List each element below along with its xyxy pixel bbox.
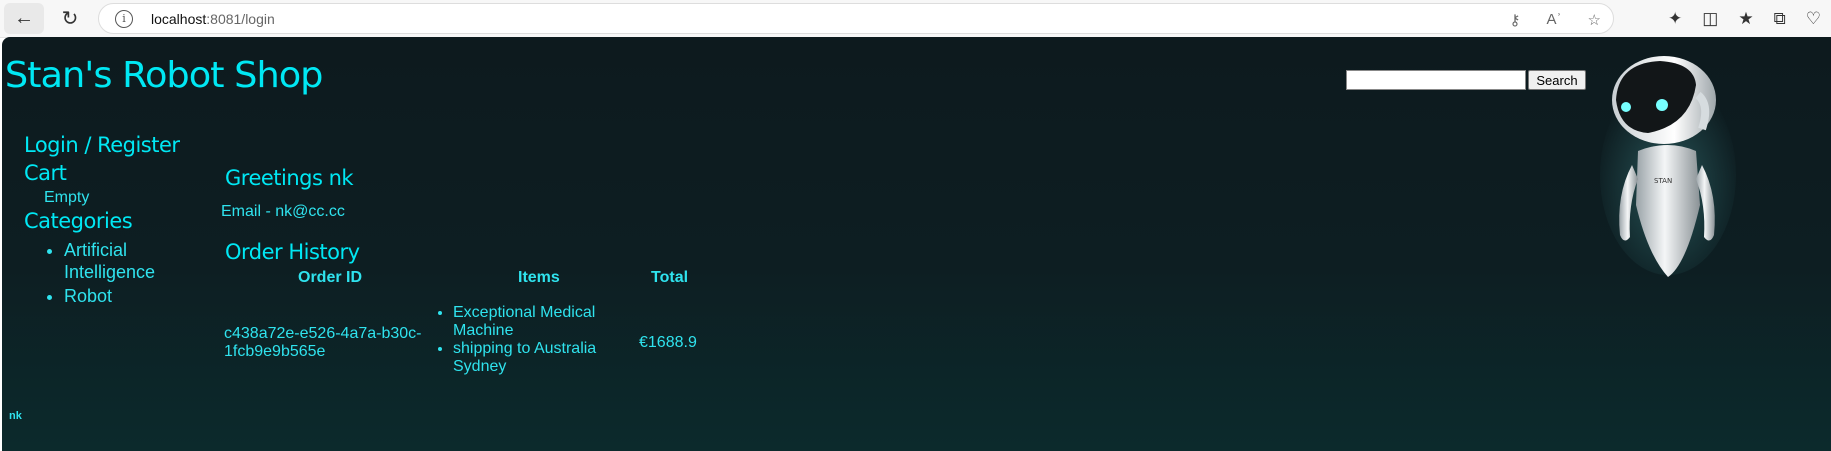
address-url[interactable]: localhost:8081/login [151, 11, 275, 27]
order-history-heading: Order History [225, 240, 360, 264]
favorite-star-icon[interactable]: ☆ [1588, 11, 1601, 29]
list-item: Exceptional Medical Machine [453, 304, 613, 340]
categories-heading: Categories [24, 209, 133, 233]
site-info-icon[interactable]: i [115, 9, 133, 28]
column-header-total: Total [651, 269, 689, 286]
key-icon[interactable]: ⚷ [1510, 11, 1521, 29]
page-content: Stan's Robot Shop Search STAN Login / Re… [2, 37, 1831, 451]
split-screen-icon[interactable]: ◫ [1702, 9, 1718, 29]
list-item: Robot [64, 285, 194, 307]
svg-text:STAN: STAN [1654, 177, 1672, 185]
order-total-cell: €1688.9 [639, 334, 697, 351]
stan-robot-mascot: STAN [1600, 56, 1736, 277]
collections-icon[interactable]: ⧉ [1774, 9, 1786, 29]
sidebar: Login / Register Cart Empty Categories A… [24, 133, 194, 309]
reload-icon[interactable]: ↻ [50, 3, 90, 34]
greeting-heading: Greetings nk [225, 166, 354, 190]
column-header-items: Items [518, 269, 560, 286]
search-button[interactable]: Search [1528, 70, 1586, 90]
browser-essentials-icon[interactable]: ♡ [1806, 9, 1821, 29]
column-header-order-id: Order ID [298, 269, 363, 286]
order-items-list: Exceptional Medical Machine shipping to … [423, 304, 613, 376]
search-input[interactable] [1346, 70, 1526, 90]
login-register-link[interactable]: Login / Register [24, 133, 194, 157]
categories-list: Artificial Intelligence Robot [24, 239, 194, 307]
address-bar[interactable]: i localhost:8081/login ⚷ Aʾ ☆ [98, 3, 1614, 34]
category-link-robot[interactable]: Robot [64, 286, 112, 306]
list-item: Artificial Intelligence [64, 239, 194, 283]
email-text: Email - nk@cc.cc [221, 203, 345, 220]
back-icon[interactable]: ← [4, 3, 44, 34]
order-id-cell: c438a72e-e526-4a7a-b30c-1fcb9e9b565e [224, 325, 422, 360]
extensions-icon[interactable]: ✦ [1668, 9, 1682, 29]
category-link-artificial-intelligence[interactable]: Artificial Intelligence [64, 240, 155, 282]
list-item: shipping to Australia Sydney [453, 340, 613, 376]
cart-link[interactable]: Cart [24, 161, 194, 185]
site-title[interactable]: Stan's Robot Shop [5, 55, 324, 96]
footer-username: nk [9, 410, 22, 422]
favorites-icon[interactable]: ★ [1738, 9, 1753, 29]
cart-status: Empty [44, 189, 90, 206]
read-aloud-icon[interactable]: Aʾ [1547, 11, 1562, 28]
browser-toolbar: ← ↻ i localhost:8081/login ⚷ Aʾ ☆ ✦ ◫ ★ … [0, 0, 1831, 38]
